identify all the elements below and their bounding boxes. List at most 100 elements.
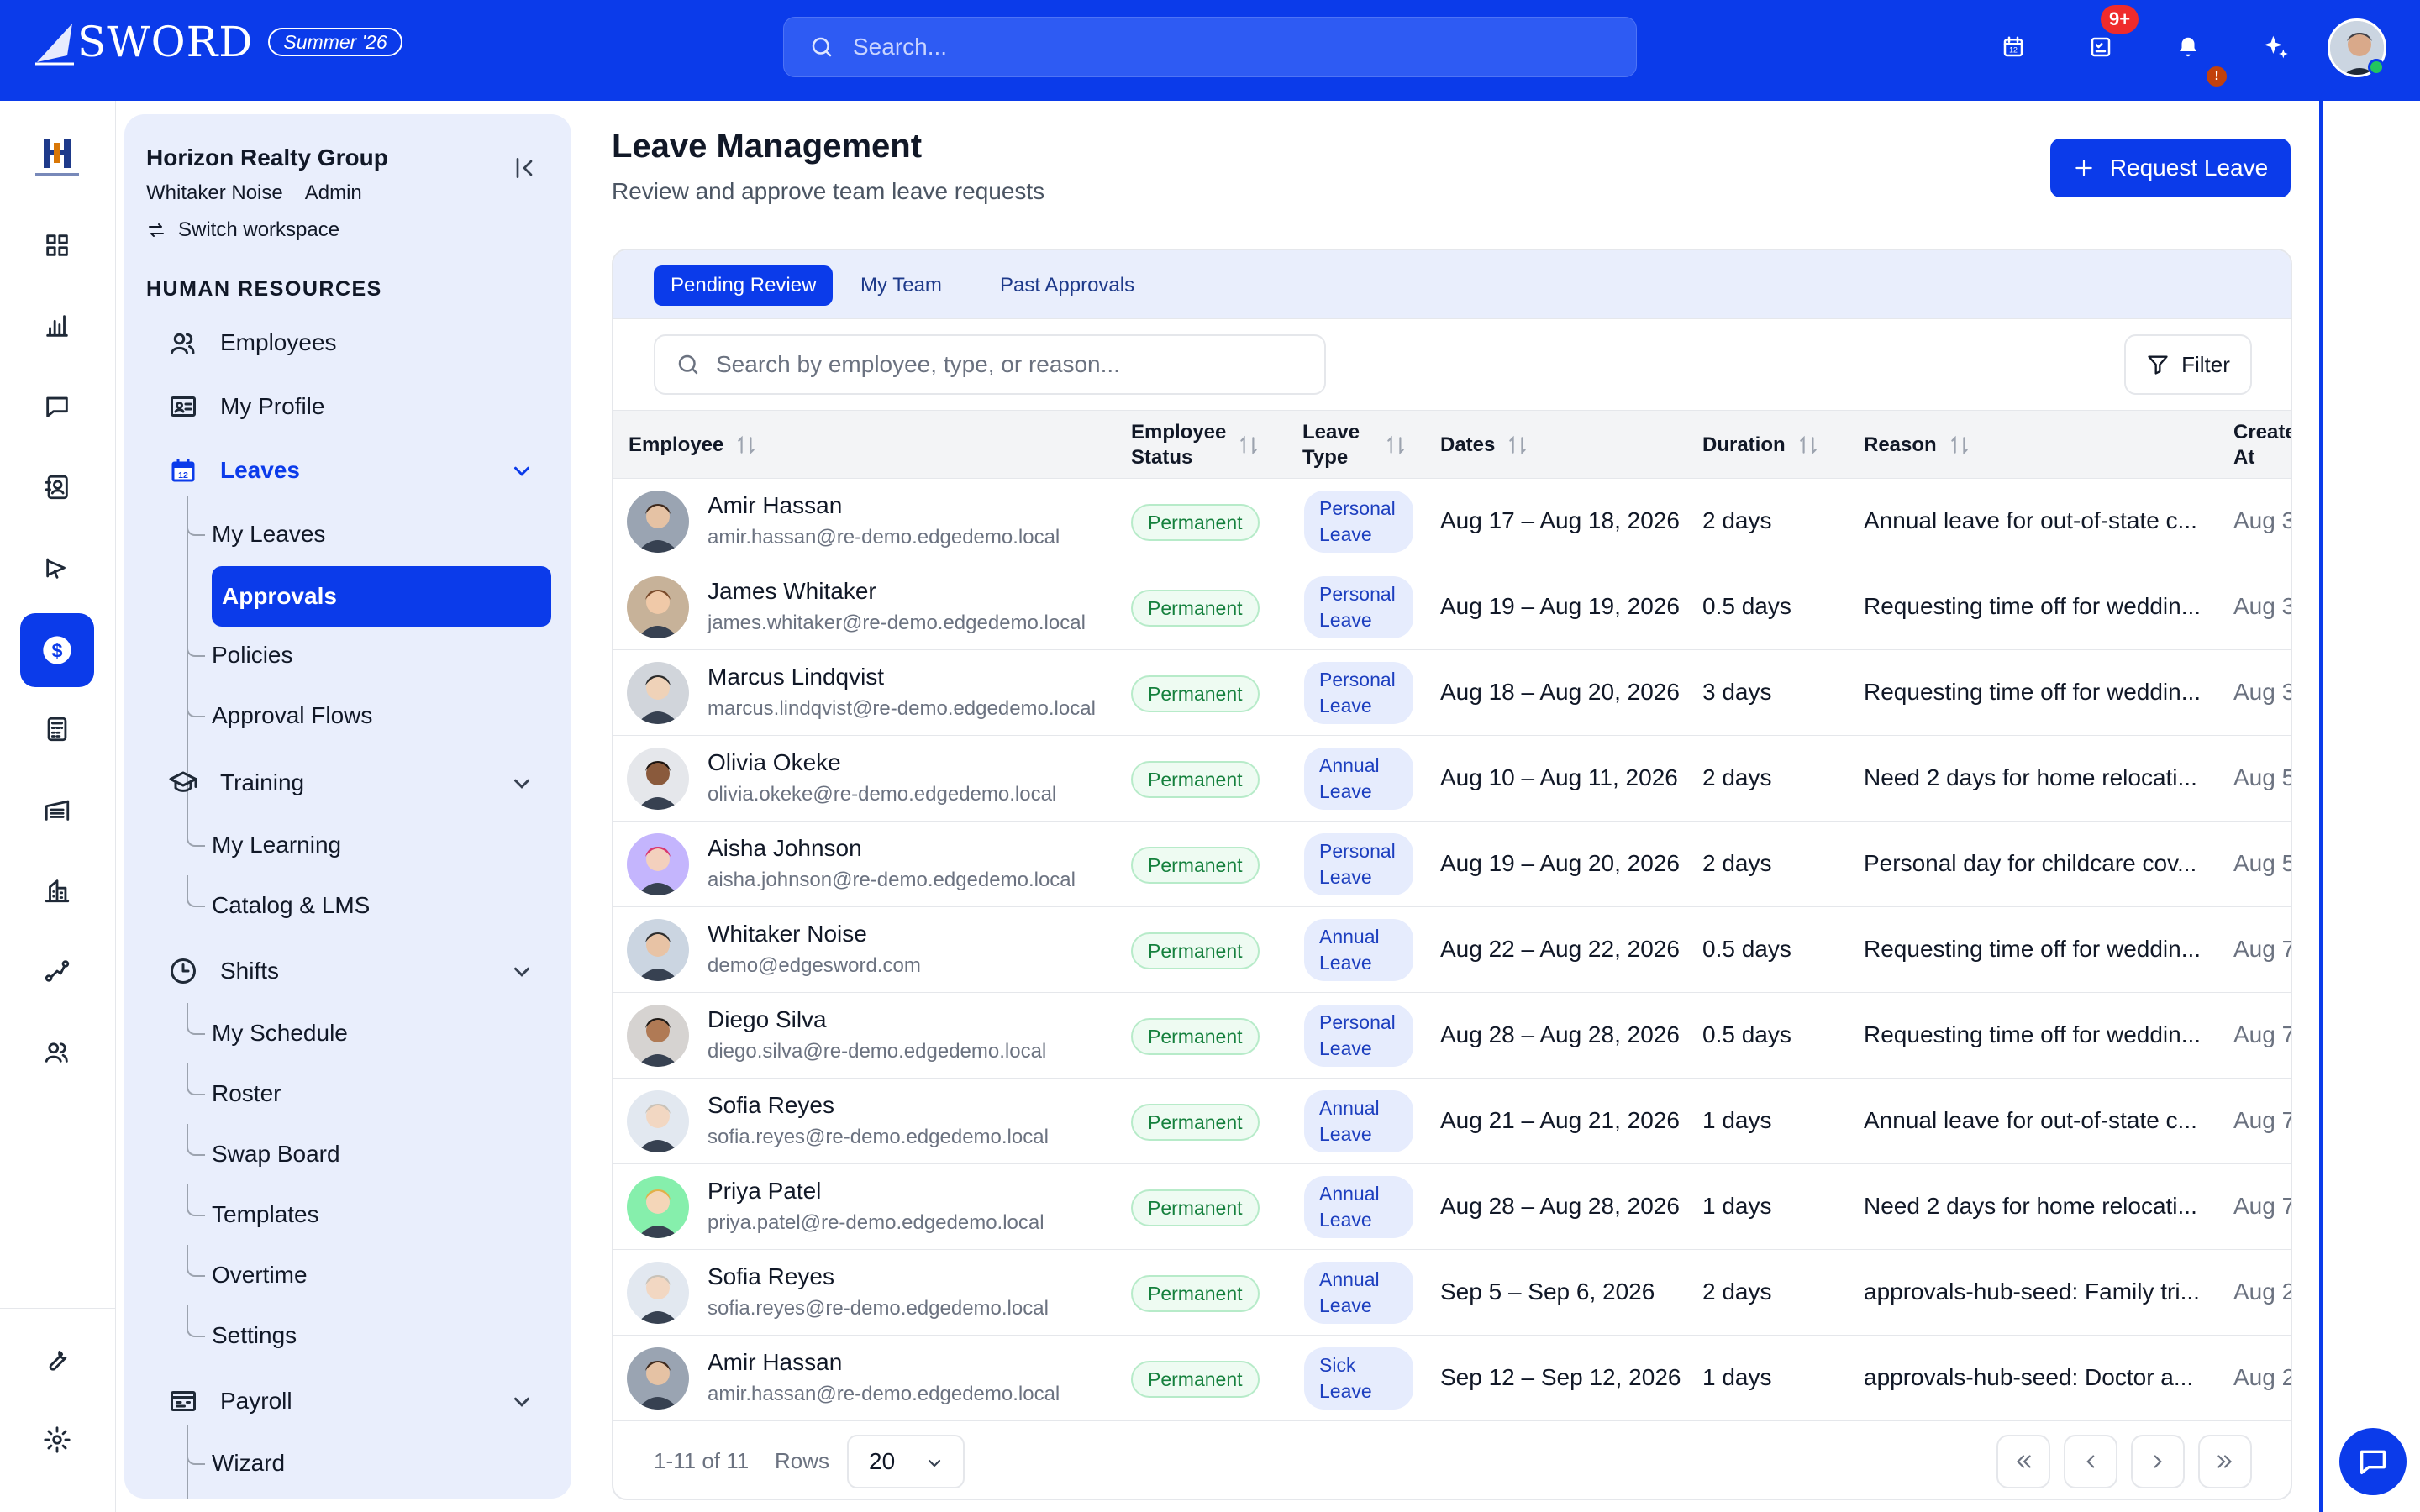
brand-logo[interactable]: SWORD Summer '26	[34, 18, 402, 66]
sidebar-subitem-approval-flows[interactable]: Approval Flows	[186, 685, 372, 729]
table-row[interactable]: Diego Silva diego.silva@re-demo.edgedemo.…	[613, 993, 2291, 1079]
sidebar-item-my-profile[interactable]: My Profile	[166, 390, 324, 423]
leave-duration: 3 days	[1702, 679, 1772, 705]
table-row[interactable]: Amir Hassan amir.hassan@re-demo.edgedemo.…	[613, 1336, 2291, 1421]
sidebar-item-payroll[interactable]: Payroll	[166, 1384, 292, 1418]
employee-name[interactable]: Whitaker Noise	[708, 921, 867, 948]
request-leave-label: Request Leave	[2109, 155, 2269, 181]
table-row[interactable]: Aisha Johnson aisha.johnson@re-demo.edged…	[613, 822, 2291, 907]
sidebar-item-training[interactable]: Training	[166, 766, 304, 800]
warehouse-icon[interactable]	[37, 790, 77, 830]
first-page-button[interactable]	[1996, 1435, 2050, 1488]
col-reason[interactable]: Reason	[1864, 411, 1970, 480]
col-employee-status[interactable]: Employee Status	[1131, 411, 1260, 480]
chevron-down-icon[interactable]	[509, 459, 534, 484]
chevron-left-icon	[2086, 1455, 2095, 1468]
employee-name[interactable]: Amir Hassan	[708, 1349, 842, 1376]
table-search[interactable]	[654, 334, 1326, 395]
chat-icon	[2360, 1450, 2386, 1474]
rows-per-page-select[interactable]: 20	[847, 1435, 965, 1488]
message-icon[interactable]	[37, 386, 77, 427]
chevron-down-icon[interactable]	[509, 1389, 534, 1415]
global-search-input[interactable]	[853, 34, 1592, 60]
global-search[interactable]	[783, 17, 1637, 77]
next-page-button[interactable]	[2131, 1435, 2185, 1488]
sidebar-subitem-settings[interactable]: Settings	[186, 1305, 297, 1349]
wrench-icon[interactable]	[37, 1339, 77, 1379]
collapse-sidebar-icon[interactable]	[511, 155, 538, 181]
leave-duration: 2 days	[1702, 764, 1772, 790]
employee-name[interactable]: Diego Silva	[708, 1006, 827, 1033]
employee-name[interactable]: Priya Patel	[708, 1178, 821, 1205]
table-row[interactable]: Whitaker Noise demo@edgesword.com Permanen…	[613, 907, 2291, 993]
prev-page-button[interactable]	[2064, 1435, 2118, 1488]
tab-my-team[interactable]: My Team	[844, 265, 959, 306]
table-row[interactable]: Priya Patel priya.patel@re-demo.edgedemo.…	[613, 1164, 2291, 1250]
employee-name[interactable]: Aisha Johnson	[708, 835, 862, 862]
rows-label: Rows	[775, 1448, 830, 1473]
col-duration[interactable]: Duration	[1702, 411, 1819, 480]
col-created-at[interactable]: Create At	[2233, 411, 2291, 480]
clock-icon	[166, 954, 200, 988]
bell-icon[interactable]	[2170, 29, 2207, 66]
switch-workspace-link[interactable]: Switch workspace	[146, 218, 339, 242]
employee-name[interactable]: Sofia Reyes	[708, 1092, 834, 1119]
employee-name[interactable]: Marcus Lindqvist	[708, 664, 884, 690]
col-employee[interactable]: Employee	[629, 411, 757, 480]
request-leave-button[interactable]: Request Leave	[2050, 139, 2291, 197]
sidebar-subitem-catalog[interactable]: Catalog & LMS	[186, 875, 370, 919]
calendar-icon[interactable]: 12	[1995, 29, 2032, 66]
chat-button[interactable]	[2339, 1428, 2407, 1495]
contacts-icon[interactable]	[37, 467, 77, 507]
building-icon[interactable]	[37, 870, 77, 911]
last-page-button[interactable]	[2198, 1435, 2252, 1488]
employee-name[interactable]: Olivia Okeke	[708, 749, 841, 776]
chart-icon[interactable]	[37, 306, 77, 346]
table-row[interactable]: Olivia Okeke olivia.okeke@re-demo.edgedem…	[613, 736, 2291, 822]
sidebar-subitem-roster[interactable]: Roster	[186, 1063, 281, 1107]
sidebar-item-employees[interactable]: Employees	[166, 326, 337, 360]
table-row[interactable]: Amir Hassan amir.hassan@re-demo.edgedemo.…	[613, 479, 2291, 564]
leave-dates: Aug 19 – Aug 19, 2026	[1440, 593, 1680, 619]
table-row[interactable]: Sofia Reyes sofia.reyes@re-demo.edgedemo.…	[613, 1250, 2291, 1336]
sparkle-icon[interactable]	[2257, 29, 2294, 66]
sidebar-subitem-templates[interactable]: Templates	[187, 1184, 319, 1228]
sidebar-subitem-approvals[interactable]: Approvals	[212, 566, 551, 627]
employee-name[interactable]: James Whitaker	[708, 578, 876, 605]
tab-past-approvals[interactable]: Past Approvals	[983, 265, 1151, 306]
calculator-icon[interactable]	[37, 709, 77, 749]
tab-pending-review[interactable]: Pending Review	[654, 265, 834, 306]
sidebar-subitem-wizard[interactable]: Wizard	[186, 1433, 285, 1477]
col-leave-type[interactable]: Leave Type	[1302, 411, 1407, 480]
filter-button[interactable]: Filter	[2124, 334, 2252, 395]
employee-name[interactable]: Amir Hassan	[708, 492, 842, 519]
gear-icon[interactable]	[37, 1420, 77, 1460]
sidebar-subitem-policies[interactable]: Policies	[186, 625, 292, 669]
users-icon[interactable]	[37, 1032, 77, 1072]
route-icon[interactable]	[37, 951, 77, 991]
leave-type-line: Annual	[1319, 1183, 1380, 1205]
megaphone-icon[interactable]	[37, 548, 77, 588]
col-dates[interactable]: Dates	[1440, 411, 1528, 480]
tasks-icon[interactable]	[2082, 29, 2119, 66]
table-row[interactable]: Marcus Lindqvist marcus.lindqvist@re-demo…	[613, 650, 2291, 736]
sidebar-subitem-my-learning[interactable]: My Learning	[186, 815, 341, 858]
sidebar-subitem-my-leaves[interactable]: My Leaves	[186, 504, 325, 548]
sidebar-item-leaves[interactable]: 12 Leaves	[166, 454, 300, 487]
table-row[interactable]: James Whitaker james.whitaker@re-demo.edg…	[613, 564, 2291, 650]
sidebar-subitem-overtime[interactable]: Overtime	[187, 1245, 308, 1289]
table-search-input[interactable]	[716, 351, 1304, 378]
sidebar-subitem-swap-board[interactable]: Swap Board	[187, 1124, 340, 1168]
employee-name[interactable]: Sofia Reyes	[708, 1263, 834, 1290]
col-label: Duration	[1702, 433, 1786, 456]
leave-type-line: Annual	[1319, 754, 1380, 776]
chevron-down-icon[interactable]	[509, 771, 534, 796]
status-badge: Permanent	[1131, 1275, 1260, 1312]
sidebar-item-shifts[interactable]: Shifts	[166, 954, 279, 988]
finance-icon[interactable]: $	[20, 613, 94, 687]
chevron-down-icon[interactable]	[509, 959, 534, 984]
sidebar-subitem-my-schedule[interactable]: My Schedule	[187, 1003, 348, 1047]
table-row[interactable]: Sofia Reyes sofia.reyes@re-demo.edgedemo.…	[613, 1079, 2291, 1164]
dashboard-icon[interactable]	[37, 225, 77, 265]
col-label-line: Status	[1131, 446, 1193, 469]
